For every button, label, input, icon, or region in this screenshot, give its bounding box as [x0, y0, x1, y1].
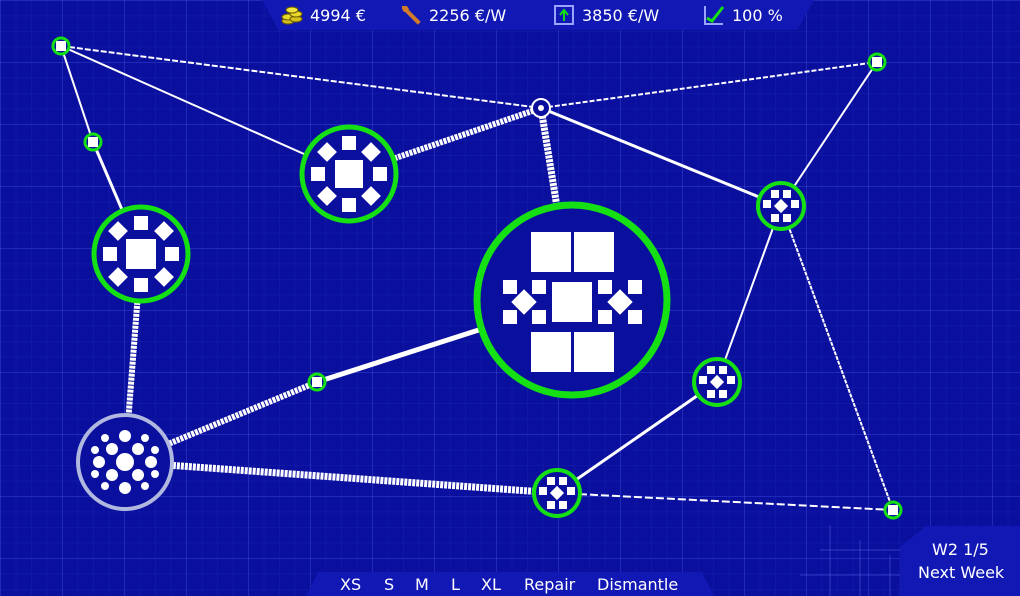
upkeep-stat: 2256 €/W	[399, 3, 506, 27]
junction-node[interactable]	[51, 36, 71, 56]
build-l-button[interactable]: L	[451, 575, 460, 594]
money-stat: 4994 €	[280, 3, 366, 27]
income-value: 3850 €/W	[582, 5, 660, 25]
rating-value: 100 %	[732, 5, 783, 25]
rating-stat: 100 %	[702, 3, 783, 27]
hub-node-empty[interactable]	[531, 98, 551, 118]
resource-bar: 4994 € 2256 €/W 3850 €/W 100 %	[262, 0, 814, 30]
junction-node[interactable]	[83, 132, 103, 152]
week-panel	[900, 526, 1020, 596]
week-indicator: W2 1/5	[932, 540, 989, 559]
junction-node[interactable]	[883, 500, 903, 520]
link	[60, 45, 94, 143]
link	[780, 205, 894, 511]
build-xs-button[interactable]: XS	[340, 575, 361, 594]
station-node-medium-top[interactable]	[299, 124, 399, 224]
network-board[interactable]	[0, 0, 1020, 596]
link	[124, 458, 558, 497]
build-xl-button[interactable]: XL	[481, 575, 501, 594]
decorative-grid	[800, 525, 900, 596]
link	[780, 61, 878, 207]
money-value: 4994 €	[310, 5, 366, 25]
link	[540, 61, 878, 109]
station-icon	[103, 216, 179, 292]
dismantle-button[interactable]: Dismantle	[597, 575, 678, 594]
chart-check-icon	[704, 6, 725, 25]
station-node-inactive[interactable]	[76, 413, 174, 511]
link	[556, 380, 718, 495]
next-week-button[interactable]: Next Week	[918, 563, 1004, 582]
upkeep-value: 2256 €/W	[429, 5, 507, 25]
link	[716, 205, 782, 383]
repair-button[interactable]: Repair	[524, 575, 575, 594]
income-icon	[554, 5, 574, 25]
station-node-small-bottom[interactable]	[532, 468, 582, 518]
income-stat: 3850 €/W	[552, 3, 659, 27]
build-m-button[interactable]: M	[415, 575, 429, 594]
station-node-medium-left[interactable]	[91, 204, 191, 304]
link	[556, 492, 894, 511]
link	[540, 106, 782, 208]
station-node-small-mid[interactable]	[692, 357, 742, 407]
station-icon	[311, 136, 387, 212]
junction-node[interactable]	[307, 372, 327, 392]
station-node-small-right[interactable]	[756, 181, 806, 231]
station-node-large-center[interactable]	[473, 201, 671, 399]
coins-icon	[281, 6, 303, 25]
junction-node[interactable]	[867, 52, 887, 72]
wrench-icon	[402, 6, 421, 25]
build-s-button[interactable]: S	[384, 575, 394, 594]
